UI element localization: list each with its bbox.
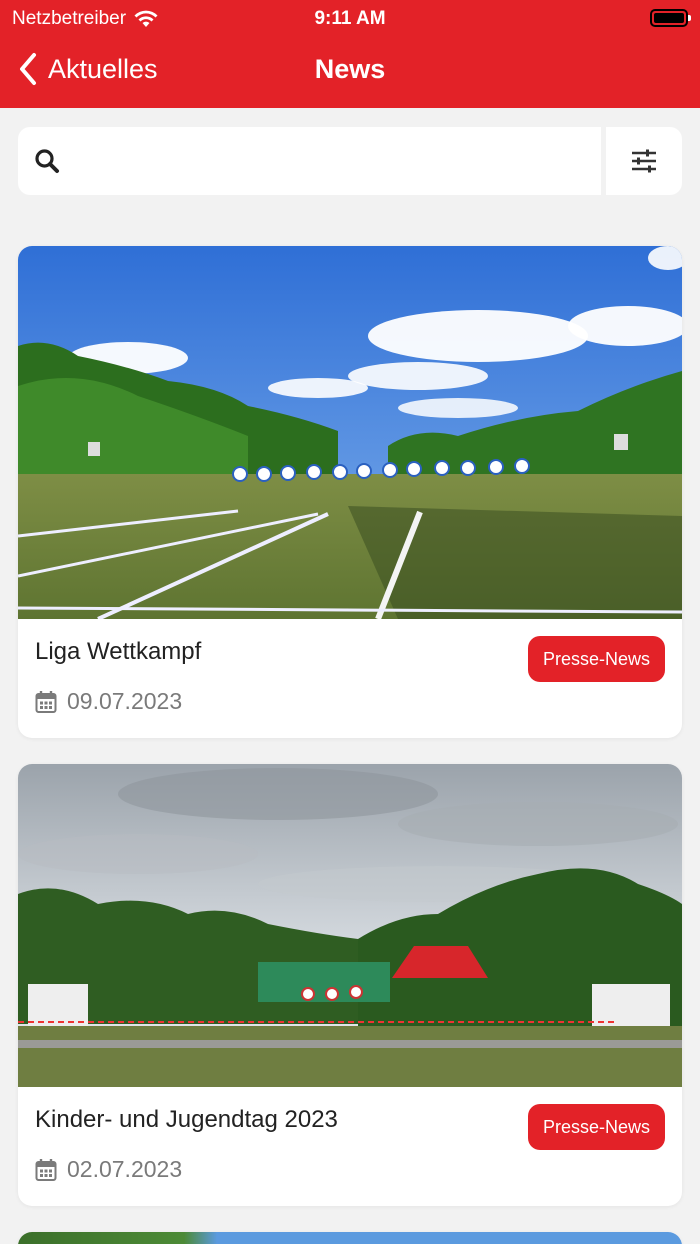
search-icon (35, 149, 59, 173)
back-label: Aktuelles (48, 53, 158, 84)
chevron-left-icon (20, 53, 36, 85)
news-date: 02.07.2023 (35, 1156, 182, 1183)
news-category-badge[interactable]: Presse-News (527, 636, 665, 682)
search-bar (18, 127, 682, 195)
status-time: 9:11 AM (314, 8, 386, 29)
news-image-youth-day (18, 764, 682, 1087)
search-input[interactable] (74, 127, 601, 195)
search-field (18, 127, 601, 195)
news-category-badge[interactable]: Presse-News (527, 1104, 665, 1150)
navigation-bar: Aktuelles News (0, 44, 700, 100)
news-card[interactable]: Liga Wettkampf 09.07.2023 Presse-News (18, 246, 682, 738)
calendar-icon (35, 1158, 57, 1181)
news-image-partial (18, 1232, 682, 1244)
filter-button[interactable] (606, 127, 682, 195)
sliders-icon (632, 149, 656, 173)
news-title: Liga Wettkampf (35, 638, 202, 665)
calendar-icon (35, 690, 57, 713)
news-date: 09.07.2023 (35, 688, 182, 715)
back-button[interactable]: Aktuelles (18, 52, 158, 86)
news-card[interactable]: Kinder- und Jugendtag 2023 02.07.2023 Pr… (18, 764, 682, 1206)
news-date-label: 09.07.2023 (67, 688, 183, 714)
news-image-archery-range (18, 246, 682, 619)
news-date-label: 02.07.2023 (67, 1156, 183, 1182)
news-title: Kinder- und Jugendtag 2023 (35, 1106, 338, 1133)
battery-icon (650, 9, 691, 27)
app-header: Netzbetreiber 9:11 AM Aktuelles News (0, 0, 700, 108)
status-bar: Netzbetreiber 9:11 AM (0, 0, 700, 36)
news-card[interactable] (18, 1232, 682, 1244)
